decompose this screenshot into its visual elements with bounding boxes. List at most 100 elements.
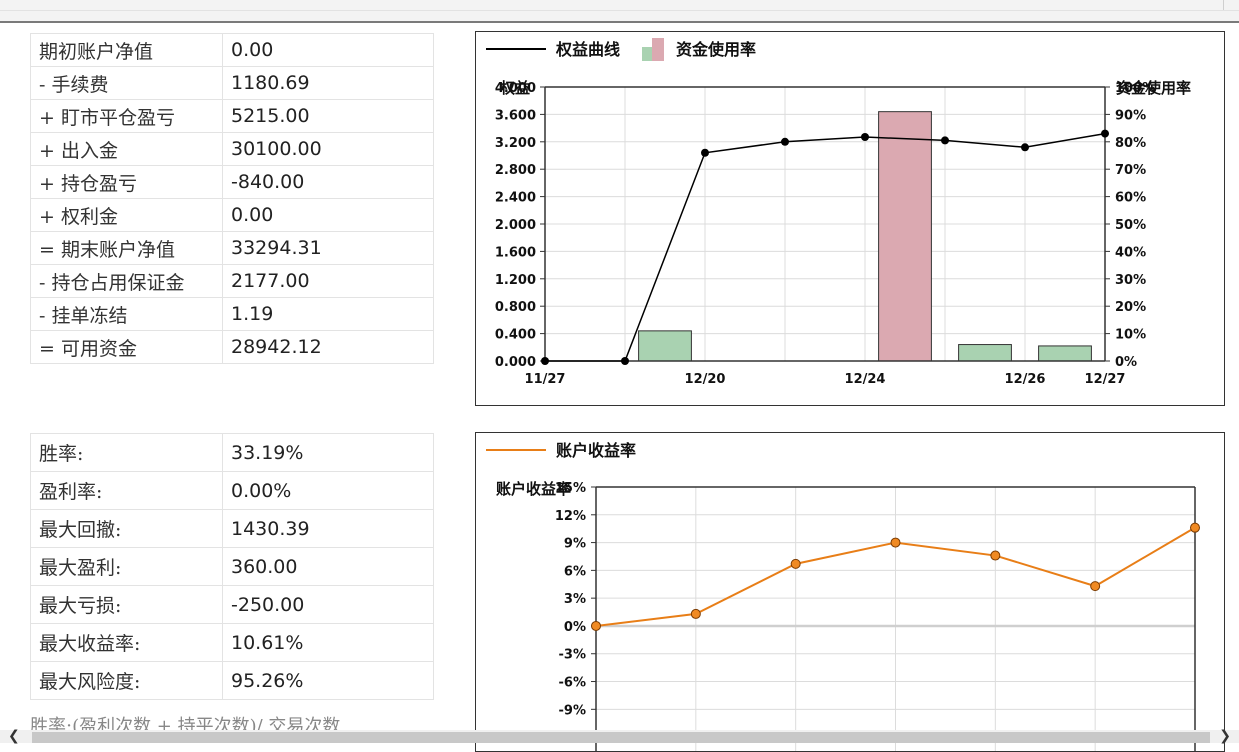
account-summary-table: 期初账户净值 0.00- 手续费 1180.69 + 盯市平仓盈亏 5215.00 + 出…	[30, 33, 434, 364]
y-left-tick-label: 1.200	[495, 273, 536, 288]
summary-value: 0.00	[222, 33, 434, 67]
x-tick-label: 12/27	[1085, 372, 1126, 387]
scroll-left-icon[interactable]: ❮	[8, 728, 20, 744]
equity-point	[781, 137, 789, 146]
stat-row: 胜率: 33.19%	[30, 433, 434, 472]
legend-usage-swatch-pink	[652, 38, 664, 61]
summary-label: - 持仓占用保证金	[30, 264, 223, 298]
summary-value: 1180.69	[222, 66, 434, 100]
summary-label: + 盯市平仓盈亏	[30, 99, 223, 133]
stat-value: 10.61%	[222, 623, 434, 662]
summary-value: 0.00	[222, 198, 434, 232]
y-right-tick-label: 50%	[1115, 218, 1146, 233]
summary-label: + 持仓盈亏	[30, 165, 223, 199]
summary-value: 28942.12	[222, 330, 434, 364]
stat-row: 最大回撤: 1430.39	[30, 509, 434, 548]
y-left-tick-label: 2.400	[495, 191, 536, 206]
equity-point	[941, 136, 949, 145]
y-right-tick-label: 20%	[1115, 300, 1146, 315]
summary-label: + 权利金	[30, 198, 223, 232]
stat-label: 最大盈利:	[30, 547, 223, 586]
stat-value: 0.00%	[222, 471, 434, 510]
equity-point	[541, 357, 549, 365]
summary-row: = 期末账户净值 33294.31	[30, 231, 434, 265]
stat-label: 最大风险度:	[30, 661, 223, 700]
summary-row: = 可用资金 28942.12	[30, 330, 434, 364]
stat-label: 最大收益率:	[30, 623, 223, 662]
summary-value: 33294.31	[222, 231, 434, 265]
top-toolbar	[0, 0, 1239, 23]
stat-row: 最大盈利: 360.00	[30, 547, 434, 586]
scroll-right-icon[interactable]: ❯	[1219, 728, 1231, 744]
toolbar-divider	[0, 10, 1239, 11]
summary-row: - 手续费 1180.69	[30, 66, 434, 100]
y-right-tick-label: 90%	[1115, 108, 1146, 123]
summary-label: + 出入金	[30, 132, 223, 166]
y-left-tick-label: 0.400	[495, 328, 536, 343]
y-tick-label: 3%	[564, 592, 586, 607]
y-left-tick-label: 0.800	[495, 300, 536, 315]
return-point	[890, 537, 901, 548]
y-tick-label: -6%	[559, 676, 586, 691]
y-left-tick-label: 3.600	[495, 108, 536, 123]
summary-row: + 持仓盈亏 -840.00	[30, 165, 434, 199]
toolbar-corner	[1223, 0, 1236, 10]
legend-equity-label: 权益曲线	[555, 40, 620, 59]
stat-row: 最大亏损: -250.00	[30, 585, 434, 624]
x-tick-label: 12/24	[845, 372, 886, 387]
summary-row: + 出入金 30100.00	[30, 132, 434, 166]
return-point	[1090, 581, 1101, 592]
summary-label: - 挂单冻结	[30, 297, 223, 331]
stat-row: 最大收益率: 10.61%	[30, 623, 434, 662]
x-tick-label: 12/26	[1005, 372, 1046, 387]
stat-value: 33.19%	[222, 433, 434, 472]
stat-label: 最大回撤:	[30, 509, 223, 548]
equity-point	[861, 133, 869, 142]
return-rate-chart-svg: 账户收益率账户收益率15%12%9%6%3%0%-3%-6%-9%-12%	[486, 441, 1200, 751]
summary-label: = 期末账户净值	[30, 231, 223, 265]
y-tick-label: 15%	[555, 481, 586, 496]
legend-usage-label: 资金使用率	[676, 40, 756, 59]
y-tick-label: -9%	[559, 703, 586, 718]
summary-value: 1.19	[222, 297, 434, 331]
y-left-tick-label: 2.000	[495, 218, 536, 233]
summary-row: 期初账户净值 0.00	[30, 33, 434, 67]
summary-value: 5215.00	[222, 99, 434, 133]
stat-value: -250.00	[222, 585, 434, 624]
stat-value: 1430.39	[222, 509, 434, 548]
equity-point	[701, 148, 709, 157]
stat-label: 盈利率:	[30, 471, 223, 510]
y-right-tick-label: 70%	[1115, 163, 1146, 178]
x-tick-label: 12/20	[685, 372, 726, 387]
usage-bar	[958, 344, 1012, 362]
return-point	[990, 550, 1001, 561]
stat-label: 最大亏损:	[30, 585, 223, 624]
equity-point	[621, 357, 629, 365]
legend-return-label: 账户收益率	[556, 441, 636, 460]
y-left-tick-label: 4.000	[495, 81, 536, 96]
summary-value: -840.00	[222, 165, 434, 199]
summary-row: - 挂单冻结 1.19	[30, 297, 434, 331]
return-point	[790, 558, 801, 569]
y-right-tick-label: 10%	[1115, 328, 1146, 343]
horizontal-scrollbar[interactable]: ❮ ❯	[0, 728, 1239, 744]
usage-bar	[878, 111, 932, 362]
scrollbar-thumb[interactable]	[32, 732, 1210, 743]
statistics-table: 胜率: 33.19% 盈利率: 0.00% 最大回撤: 1430.39 最大盈利: 360.0…	[30, 433, 434, 700]
stat-value: 360.00	[222, 547, 434, 586]
stat-row: 盈利率: 0.00%	[30, 471, 434, 510]
return-point	[1190, 522, 1200, 533]
stat-label: 胜率:	[30, 433, 223, 472]
x-tick-label: 11/27	[525, 372, 566, 387]
stat-value: 95.26%	[222, 661, 434, 700]
y-left-tick-label: 0.000	[495, 355, 536, 370]
y-tick-label: -3%	[559, 648, 586, 663]
y-right-tick-label: 60%	[1115, 191, 1146, 206]
y-right-tick-label: 30%	[1115, 273, 1146, 288]
equity-point	[1021, 143, 1029, 152]
return-point	[690, 608, 701, 619]
equity-usage-chart-svg: 权益曲线 资金使用率权益 资金使用率0.0000.4000.8001.2001.60…	[486, 38, 1191, 387]
y-left-tick-label: 2.800	[495, 163, 536, 178]
equity-usage-chart: 权益曲线 资金使用率 权益 资金使用率 0.000 0.400 0.800 1.200 1.60…	[475, 31, 1225, 406]
return-point	[591, 620, 601, 631]
